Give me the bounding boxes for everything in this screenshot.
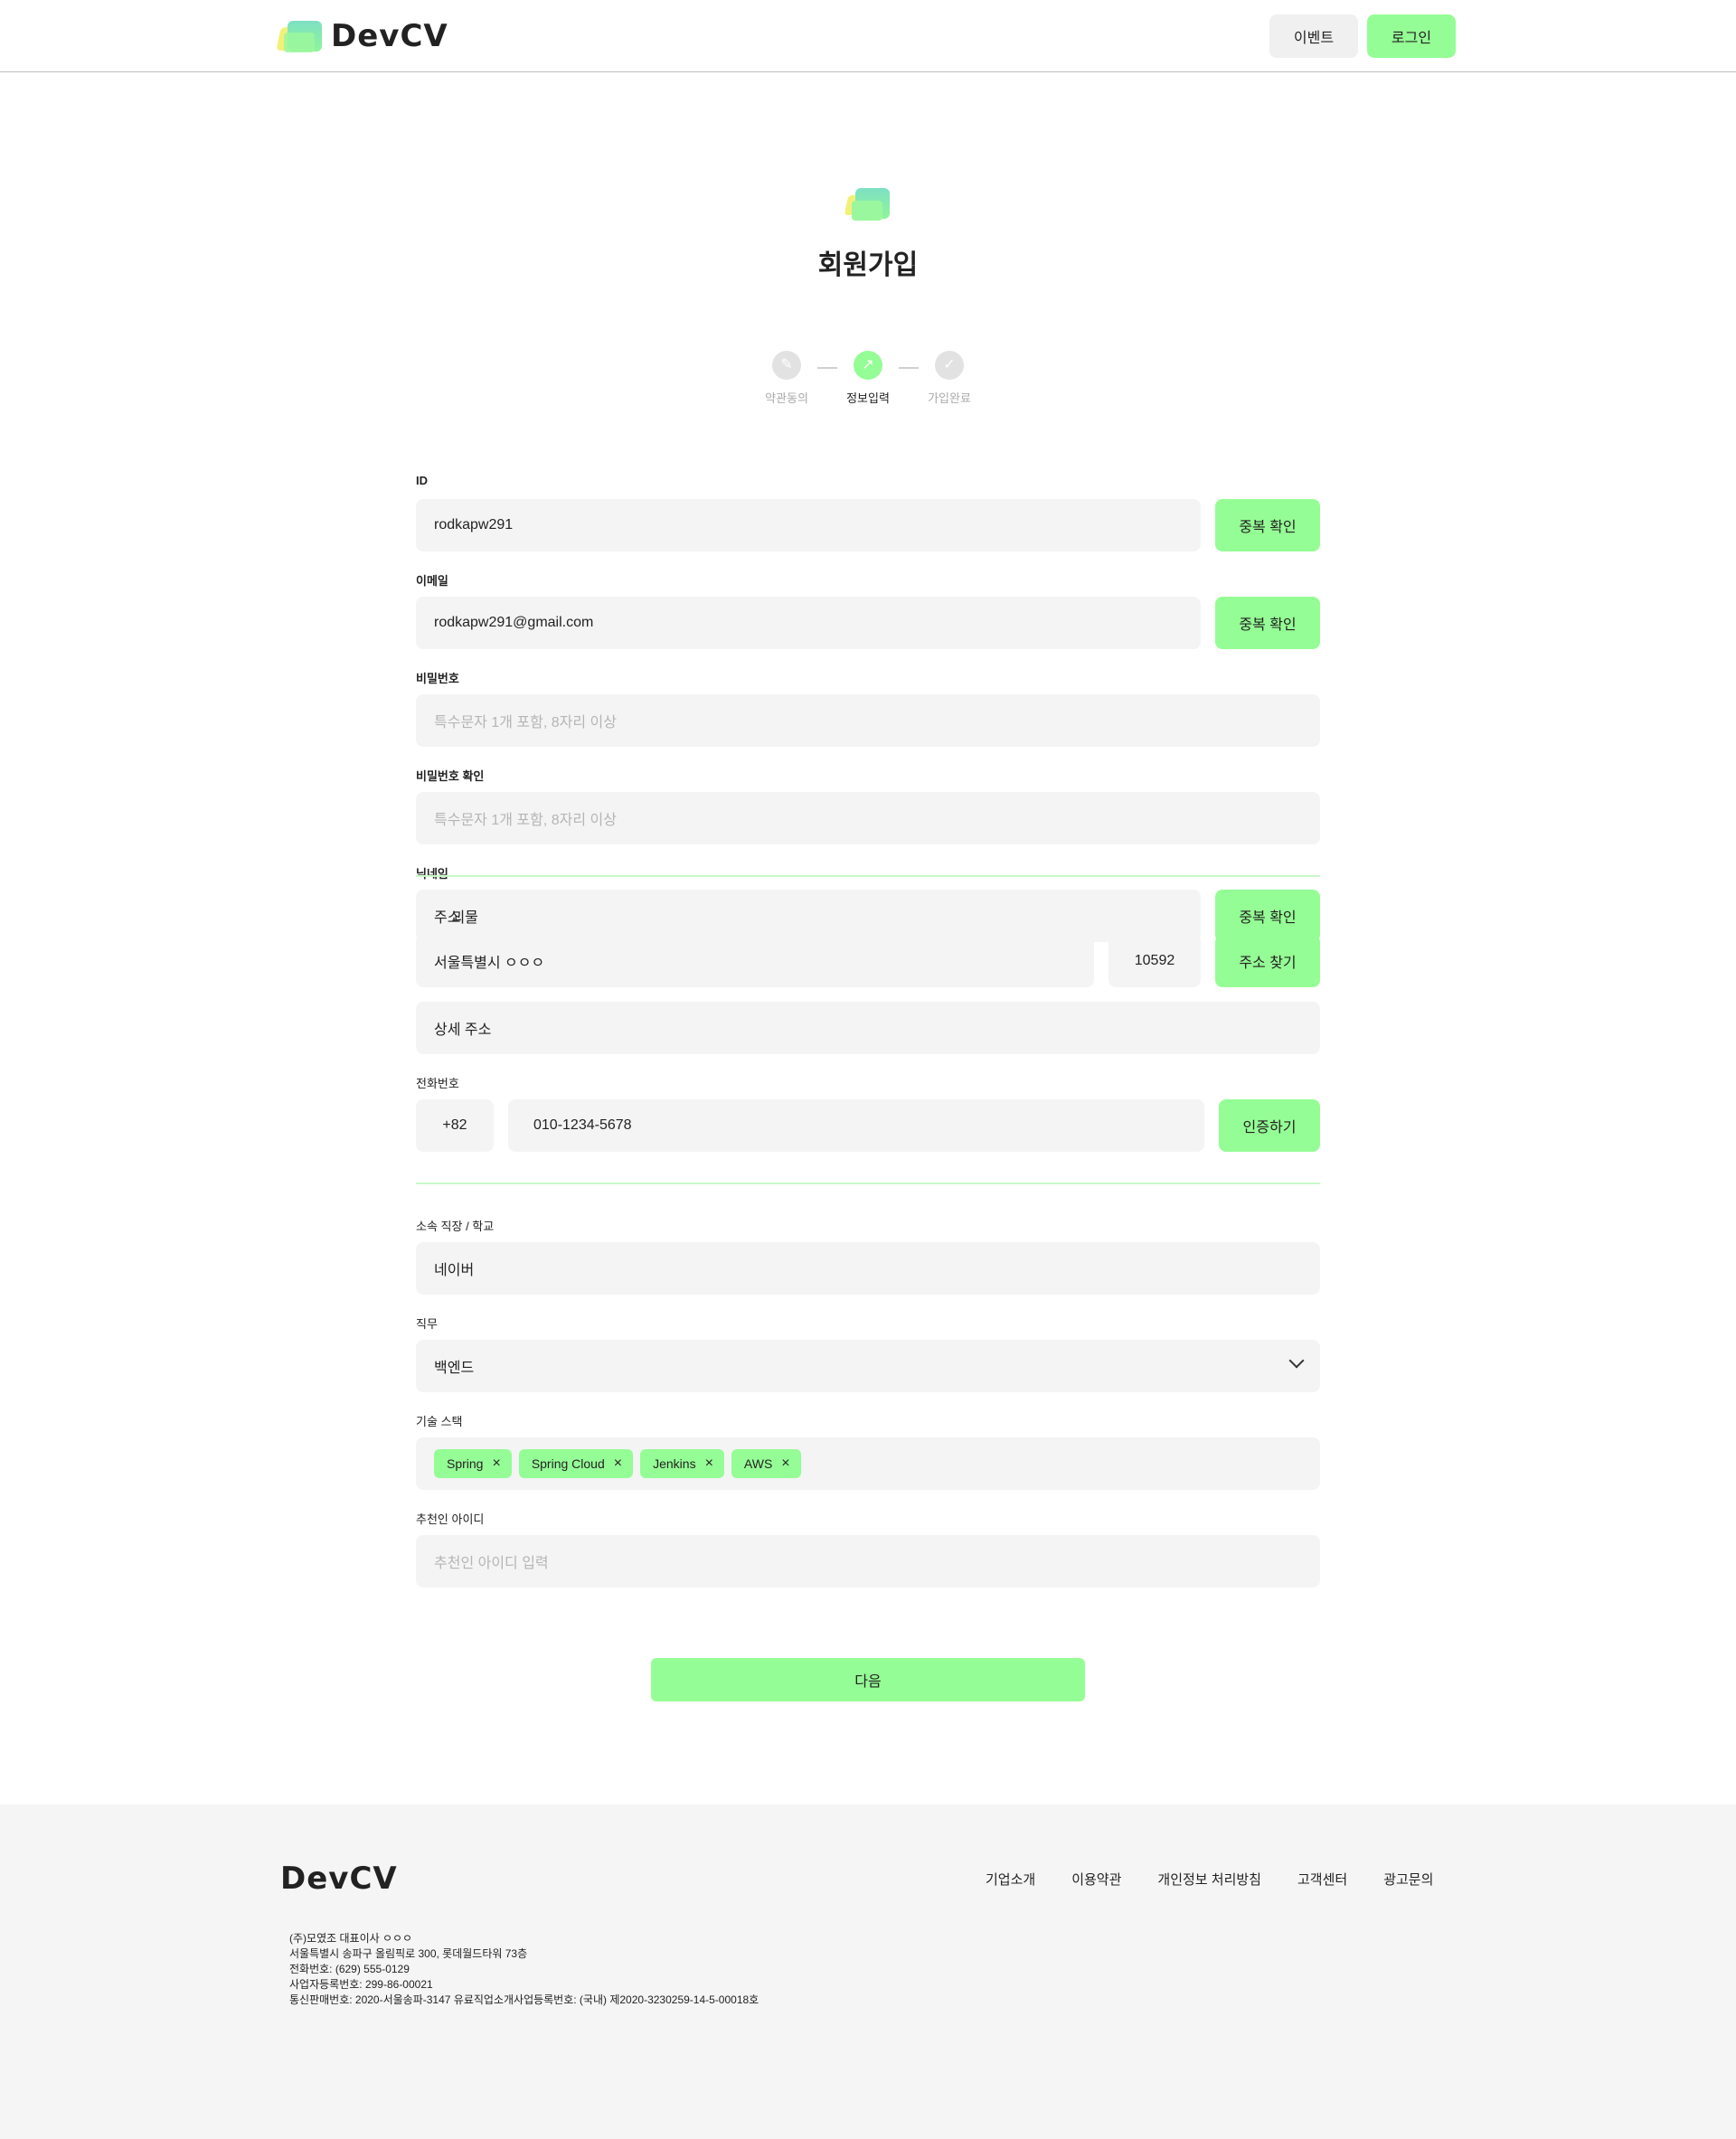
info-line: 통신판매번호: 2020-서울송파-3147 유료직업소개사업등록번호: (국내… <box>289 1993 760 2006</box>
stack-tag: Spring × <box>434 1449 512 1478</box>
referrer-input[interactable]: 추천인 아이디 입력 <box>416 1535 1320 1588</box>
tag-label: Spring Cloud <box>531 1456 605 1471</box>
info-line: 전화번호: (629) 555-0129 <box>289 1963 410 1975</box>
info-line: (주)모였조 대표이사 ㅇㅇㅇ <box>289 1932 413 1945</box>
step-terms: ✎ 약관동의 <box>750 351 823 406</box>
footer-link-privacy[interactable]: 개인정보 처리방침 <box>1157 1870 1261 1889</box>
step-complete: ✓ 가입완료 <box>913 351 986 406</box>
password-confirm-input[interactable]: 특수문자 1개 포함, 8자리 이상 <box>416 792 1320 844</box>
password-label: 비밀번호 <box>416 672 459 685</box>
chevron-down-icon[interactable] <box>1288 1352 1305 1369</box>
country-code-select[interactable]: +82 <box>416 1099 494 1152</box>
site-header: DevCV 이벤트 로그인 <box>0 0 1736 72</box>
tag-label: AWS <box>743 1456 773 1471</box>
referrer-label: 추천인 아이디 <box>416 1512 485 1526</box>
verify-phone-button[interactable]: 인증하기 <box>1219 1099 1320 1152</box>
job-label: 직무 <box>416 1317 438 1331</box>
page-title: 회원가입 <box>817 250 919 280</box>
section-divider <box>416 875 1320 877</box>
phone-input[interactable]: 010-1234-5678 <box>508 1099 1204 1152</box>
company-input[interactable]: 네이버 <box>416 1242 1320 1295</box>
arrow-icon: ↗ <box>854 351 882 380</box>
info-line: 서울특별시 송파구 올림픽로 300, 롯데월드타워 73층 <box>289 1947 528 1960</box>
id-label: ID <box>416 474 428 487</box>
close-icon[interactable]: × <box>705 1456 713 1472</box>
info-line: 사업자등록번호: 299-86-00021 <box>289 1978 433 1991</box>
email-input[interactable]: rodkapw291@gmail.com <box>416 597 1201 649</box>
footer-logo[interactable]: DevCV <box>280 1861 398 1897</box>
address-input[interactable]: 서울특별시 ㅇㅇㅇ <box>416 935 1094 987</box>
email-duplicate-check-button[interactable]: 중복 확인 <box>1215 597 1320 649</box>
close-icon[interactable]: × <box>781 1456 789 1472</box>
stack-tag: AWS × <box>731 1449 801 1478</box>
email-label: 이메일 <box>416 574 448 588</box>
event-button[interactable]: 이벤트 <box>1269 14 1358 58</box>
footer-link-terms[interactable]: 이용약관 <box>1071 1870 1121 1889</box>
step-label: 정보입력 <box>846 391 890 405</box>
pencil-icon: ✎ <box>772 351 801 380</box>
logo[interactable]: DevCV <box>276 16 448 56</box>
company-info: (주)모였조 대표이사 ㅇㅇㅇ 서울특별시 송파구 올림픽로 300, 롯데월드… <box>289 1931 759 2008</box>
nickname-value: 괴물 <box>451 910 478 926</box>
address-detail-input[interactable]: 상세 주소 <box>416 1002 1320 1054</box>
job-select[interactable]: 백엔드 <box>416 1340 1320 1392</box>
logo-text: DevCV <box>331 18 448 54</box>
company-label: 소속 직장 / 학교 <box>416 1220 495 1233</box>
site-footer: DevCV 기업소개 이용약관 개인정보 처리방침 고객센터 광고문의 (주)모… <box>0 1804 1736 2139</box>
signup-logo-icon <box>844 184 892 224</box>
job-value: 백엔드 <box>434 1361 475 1376</box>
nickname-label: 닉네임 <box>416 867 448 881</box>
stack-input[interactable]: Spring × Spring Cloud × Jenkins × AWS × <box>416 1437 1320 1490</box>
next-button[interactable]: 다음 <box>651 1658 1085 1701</box>
logo-icon <box>276 18 324 54</box>
check-icon: ✓ <box>935 351 964 380</box>
close-icon[interactable]: × <box>614 1456 622 1472</box>
step-label: 약관동의 <box>765 391 808 405</box>
footer-link-about[interactable]: 기업소개 <box>986 1870 1035 1889</box>
phone-label: 전화번호 <box>416 1077 459 1090</box>
tag-label: Spring <box>447 1456 484 1471</box>
step-info: ↗ 정보입력 <box>832 351 904 406</box>
stack-label: 기술 스택 <box>416 1415 463 1428</box>
close-icon[interactable]: × <box>492 1456 500 1472</box>
find-address-button[interactable]: 주소 찾기 <box>1215 935 1320 987</box>
footer-links: 기업소개 이용약관 개인정보 처리방침 고객센터 광고문의 <box>986 1870 1469 1889</box>
footer-link-ads[interactable]: 광고문의 <box>1383 1870 1433 1889</box>
password-confirm-label: 비밀번호 확인 <box>416 769 485 783</box>
stack-tag: Jenkins × <box>640 1449 724 1478</box>
step-label: 가입완료 <box>928 391 971 405</box>
stack-tag: Spring Cloud × <box>518 1449 634 1478</box>
footer-link-support[interactable]: 고객센터 <box>1297 1870 1347 1889</box>
id-duplicate-check-button[interactable]: 중복 확인 <box>1215 499 1320 551</box>
zipcode-input[interactable]: 10592 <box>1109 935 1201 987</box>
section-divider <box>416 1183 1320 1184</box>
login-button[interactable]: 로그인 <box>1367 14 1456 58</box>
password-input[interactable]: 특수문자 1개 포함, 8자리 이상 <box>416 694 1320 747</box>
tag-label: Jenkins <box>653 1456 696 1471</box>
id-input[interactable]: rodkapw291 <box>416 499 1201 551</box>
